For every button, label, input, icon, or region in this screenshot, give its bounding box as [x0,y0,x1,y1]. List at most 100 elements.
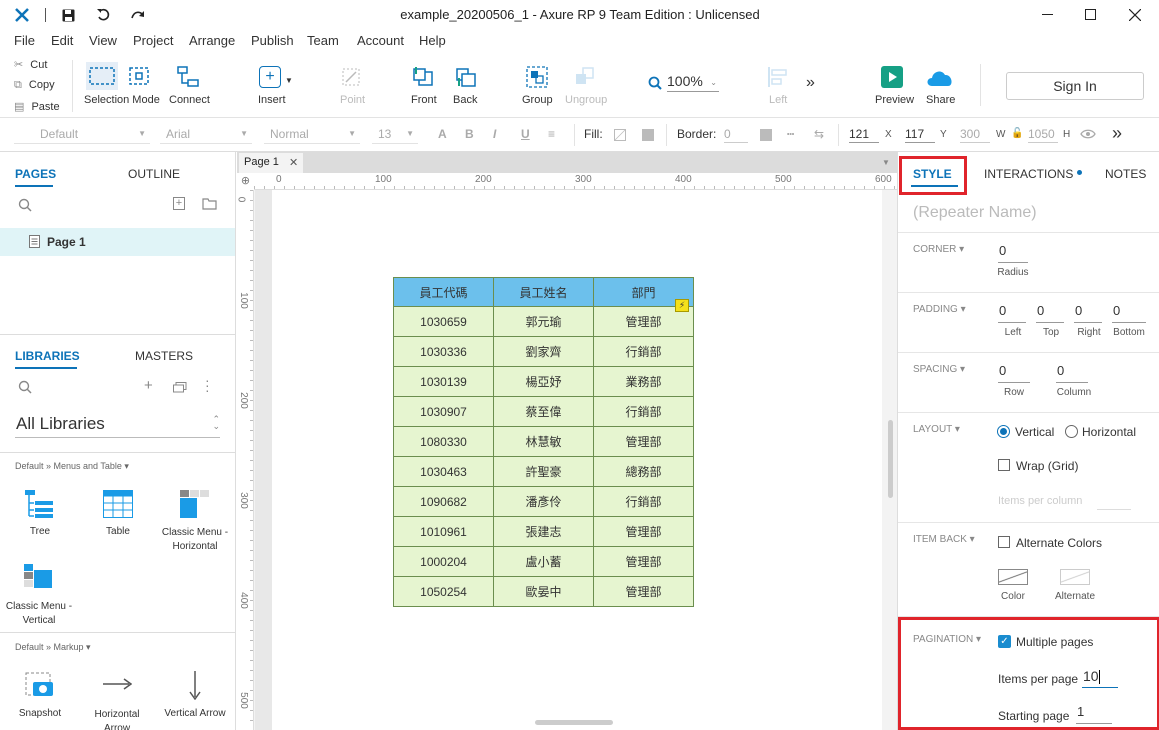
table-row[interactable]: 1000204 盧小蓄 管理部 [393,546,694,577]
widget-classic-menu-horizontal[interactable]: Classic Menu - Horizontal [160,488,230,558]
connect-icon[interactable] [177,66,199,88]
widget-horizontal-arrow[interactable]: Horizontal Arrow [82,670,152,730]
border-style-icon[interactable]: ┅ [787,127,794,141]
library-copy-icon[interactable] [173,382,187,393]
padding-label[interactable]: PADDING ▾ [913,304,966,315]
toolbar-overflow-icon[interactable]: » [806,74,815,92]
spacing-label[interactable]: SPACING ▾ [913,364,965,375]
maximize-button[interactable] [1085,9,1096,20]
border-width-input[interactable]: 0 [724,125,748,143]
sign-in-button[interactable]: Sign In [1006,72,1144,100]
table-row[interactable]: 1030139 楊亞妤 業務部 [393,366,694,397]
ruler-origin-icon[interactable]: ⊕ [237,173,254,190]
layout-vertical-radio[interactable] [997,425,1010,438]
page-list-item[interactable]: Page 1 [0,228,235,256]
font-weight-select[interactable]: Normal ▼ [264,124,360,144]
widget-vertical-arrow[interactable]: Vertical Arrow [160,670,230,730]
menu-team[interactable]: Team [307,33,339,48]
border-color-swatch[interactable] [760,129,772,141]
table-row[interactable]: 1030463 許聖豪 總務部 [393,456,694,487]
menu-help[interactable]: Help [419,33,446,48]
close-tab-icon[interactable]: ✕ [289,156,298,169]
table-row[interactable]: 1010961 張建志 管理部 [393,516,694,547]
tab-notes[interactable]: NOTES [1105,167,1146,181]
widget-table[interactable]: Table [88,488,148,548]
undo-icon[interactable] [96,8,110,22]
selection-mode-button[interactable] [86,62,118,90]
interaction-lightning-icon[interactable]: ⚡ [675,299,689,312]
vertical-scrollbar[interactable] [888,420,893,498]
widget-tree[interactable]: Tree [10,488,70,548]
italic-icon[interactable]: I [493,127,496,141]
padding-top-input[interactable]: 0 [1036,303,1064,323]
library-more-icon[interactable]: · · · [205,373,210,397]
page-tab[interactable]: Page 1 ✕ [239,153,303,173]
table-row[interactable]: 1030907 蔡至偉 行銷部 [393,396,694,427]
table-row[interactable]: 1080330 林慧敏 管理部 [393,426,694,457]
h-input[interactable]: 1050 [1028,125,1058,143]
minimize-button[interactable] [1042,14,1053,15]
table-row[interactable]: 1050254 歐晏中 管理部 [393,576,694,607]
arrow-style-icon[interactable]: ⇆ [814,127,824,141]
padding-left-input[interactable]: 0 [998,303,1026,323]
insert-button[interactable]: + [259,66,281,88]
x-input[interactable]: 121 [849,125,879,143]
y-input[interactable]: 117 [905,125,935,143]
share-cloud-icon[interactable] [924,66,956,88]
add-folder-icon[interactable] [202,198,217,210]
redo-icon[interactable] [130,8,146,22]
tab-pages[interactable]: PAGES [15,167,56,181]
send-back-icon[interactable] [454,66,478,88]
item-color-swatch[interactable] [998,569,1028,585]
repeater-name-input[interactable]: (Repeater Name) [913,204,1037,222]
bring-front-icon[interactable] [411,66,435,88]
menu-account[interactable]: Account [357,33,404,48]
cut-button[interactable]: ✂ Cut [14,58,47,71]
paste-button[interactable]: ▤ Paste [14,100,60,113]
underline-icon[interactable]: U [521,127,530,141]
tab-libraries[interactable]: LIBRARIES [15,349,80,363]
tab-interactions[interactable]: INTERACTIONS [984,167,1082,181]
table-row[interactable]: 1030336 劉家齊 行銷部 [393,336,694,367]
menu-publish[interactable]: Publish [251,33,294,48]
lock-ratio-icon[interactable]: 🔓 [1011,128,1023,139]
horizontal-scrollbar[interactable] [535,720,613,725]
font-color-icon[interactable]: A [438,127,447,141]
tab-dropdown-icon[interactable]: ▼ [882,158,890,167]
corner-label[interactable]: CORNER ▾ [913,244,964,255]
menu-file[interactable]: File [14,33,35,48]
bold-icon[interactable]: B [465,127,474,141]
library-select[interactable]: All Libraries ⌃ ⌄ [15,410,220,438]
table-row[interactable]: 1030659 郭元瑜 管理部 [393,306,694,337]
alternate-colors-checkbox[interactable] [998,536,1010,548]
table-row[interactable]: 1090682 潘彥伶 行銷部 [393,486,694,517]
copy-button[interactable]: ⧉ Copy [14,79,55,92]
widget-style-select[interactable]: Default ▼ [14,124,150,144]
visibility-eye-icon[interactable] [1080,128,1096,140]
save-icon[interactable] [62,9,75,22]
add-library-icon[interactable]: + [144,377,153,394]
repeater-table[interactable]: 員工代碼 員工姓名 部門 1030659 郭元瑜 管理部 1030336 劉家齊 行銷部… [393,277,694,607]
library-group-menus[interactable]: Default » Menus and Table ▾ [15,461,129,472]
stylebar-overflow-icon[interactable]: » [1112,123,1122,144]
insert-dropdown-icon[interactable]: ▼ [285,76,293,85]
widget-snapshot[interactable]: Snapshot [10,670,70,730]
font-size-select[interactable]: 13 ▼ [372,124,418,144]
group-icon[interactable] [526,66,548,88]
padding-right-input[interactable]: 0 [1074,303,1102,323]
menu-edit[interactable]: Edit [51,33,73,48]
fill-color-swatch[interactable] [614,129,626,141]
menu-view[interactable]: View [89,33,117,48]
wrap-grid-checkbox[interactable] [998,459,1010,471]
selection-intersect-icon[interactable] [128,66,150,86]
layout-horizontal-radio[interactable] [1065,425,1078,438]
close-window-button[interactable] [1129,9,1141,21]
menu-project[interactable]: Project [133,33,173,48]
widget-classic-menu-vertical[interactable]: Classic Menu - Vertical [4,562,74,632]
font-family-select[interactable]: Arial ▼ [160,124,252,144]
add-page-icon[interactable]: + [173,197,185,210]
fill-gradient-swatch[interactable] [642,129,654,141]
search-pages-icon[interactable] [18,198,32,212]
library-group-markup[interactable]: Default » Markup ▾ [15,642,91,653]
menu-arrange[interactable]: Arrange [189,33,235,48]
